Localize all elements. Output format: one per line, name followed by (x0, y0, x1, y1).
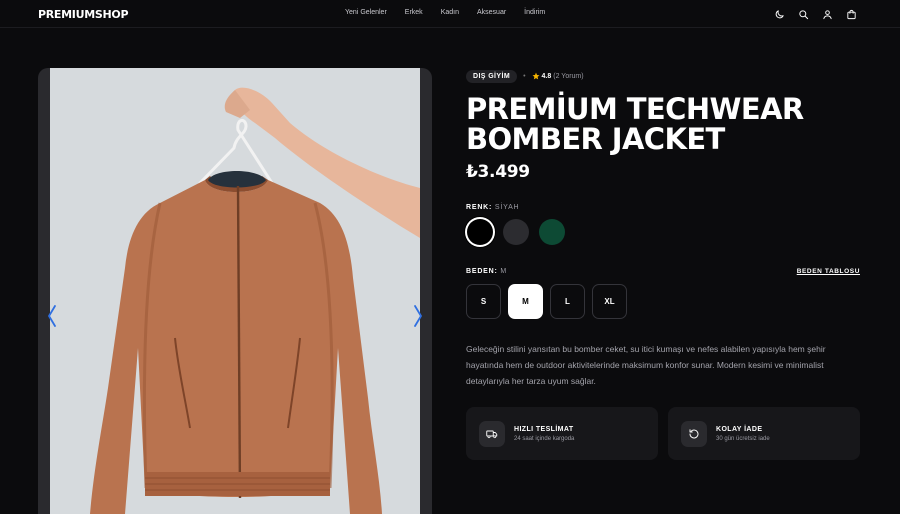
rating: 4.8 (2 Yorum) (532, 72, 584, 80)
main-nav: Yeni Gelenler Erkek Kadın Aksesuar İndir… (345, 9, 563, 16)
size-header: BEDEN: M BEDEN TABLOSU (466, 268, 860, 275)
nav-link-men[interactable]: Erkek (405, 9, 423, 16)
header-actions (772, 7, 858, 21)
nav-link-new-arrivals[interactable]: Yeni Gelenler (345, 9, 387, 16)
feature-easy-return: KOLAY İADE 30 gün ücretsiz iade (668, 407, 860, 460)
site-header: PREMIUMSHOP Yeni Gelenler Erkek Kadın Ak… (0, 0, 900, 28)
product-meta: DIŞ GİYİM • 4.8 (2 Yorum) (466, 68, 860, 84)
gallery-next-button[interactable] (411, 303, 425, 329)
nav-link-accessories[interactable]: Aksesuar (477, 9, 506, 16)
truck-icon (479, 420, 505, 447)
product-title-line-2: BOMBER JACKET (466, 122, 725, 156)
search-icon[interactable] (796, 7, 810, 21)
separator-dot: • (523, 72, 526, 80)
product-title: PREMİUM TECHWEAR BOMBER JACKET (466, 94, 860, 154)
cart-icon[interactable] (844, 7, 858, 21)
product-price: ₺3.499 (466, 162, 530, 182)
size-guide-link[interactable]: BEDEN TABLOSU (797, 268, 860, 275)
selected-color: SİYAH (494, 204, 520, 211)
product-description: Geleceğin stilini yansıtan bu bomber cek… (466, 344, 826, 386)
color-swatch-black[interactable] (467, 219, 493, 245)
color-swatches (466, 219, 860, 245)
feature-title: HIZLI TESLİMAT (514, 425, 574, 433)
size-option-l[interactable]: L (550, 284, 585, 319)
color-label: RENK: SİYAH (466, 204, 520, 211)
selected-size: M (500, 268, 508, 275)
feature-subtitle: 30 gün ücretsiz iade (716, 435, 770, 442)
nav-link-sale[interactable]: İndirim (524, 9, 545, 16)
color-swatch-green[interactable] (539, 219, 565, 245)
feature-cards: HIZLI TESLİMAT 24 saat içinde kargoda KO… (466, 407, 860, 460)
product-gallery (38, 68, 432, 514)
review-count[interactable]: (2 Yorum) (553, 73, 583, 80)
nav-link-women[interactable]: Kadın (441, 9, 459, 16)
feature-fast-delivery: HIZLI TESLİMAT 24 saat içinde kargoda (466, 407, 658, 460)
product-title-line-1: PREMİUM TECHWEAR (466, 92, 804, 126)
gallery-prev-button[interactable] (45, 303, 59, 329)
size-options: S M L XL (466, 284, 860, 319)
size-option-m[interactable]: M (508, 284, 543, 319)
product-info: DIŞ GİYİM • 4.8 (2 Yorum) PREMİUM TECHWE… (466, 68, 860, 460)
feature-title: KOLAY İADE (716, 425, 763, 433)
chevron-left-icon (48, 305, 56, 327)
logo[interactable]: PREMIUMSHOP (38, 8, 129, 21)
return-icon (681, 420, 707, 447)
chevron-right-icon (414, 305, 422, 327)
user-icon[interactable] (820, 7, 834, 21)
category-badge: DIŞ GİYİM (466, 69, 518, 83)
star-icon (532, 72, 540, 80)
size-option-s[interactable]: S (466, 284, 501, 319)
rating-value: 4.8 (541, 72, 552, 80)
product-image (50, 68, 420, 514)
theme-toggle-icon[interactable] (772, 7, 786, 21)
color-swatch-dark-gray[interactable] (503, 219, 529, 245)
size-label: BEDEN: M (466, 268, 508, 275)
size-option-xl[interactable]: XL (592, 284, 627, 319)
feature-subtitle: 24 saat içinde kargoda (514, 435, 575, 442)
